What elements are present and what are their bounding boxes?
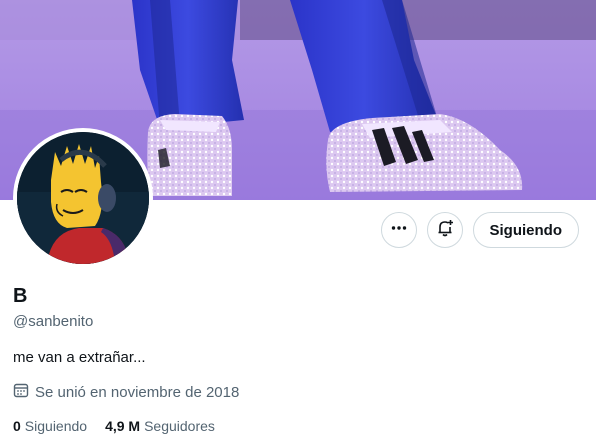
followers-stat[interactable]: 4,9 M Seguidores xyxy=(105,416,215,436)
profile-info: B @sanbenito me van a extrañar... Se uni… xyxy=(13,284,583,436)
following-stat[interactable]: 0 Siguiendo xyxy=(13,416,87,436)
join-date-text: Se unió en noviembre de 2018 xyxy=(35,384,240,401)
more-icon xyxy=(390,219,408,242)
calendar-icon xyxy=(13,382,29,404)
bell-plus-icon xyxy=(435,218,455,243)
profile-avatar[interactable] xyxy=(13,128,153,268)
user-bio: me van a extrañar... xyxy=(13,349,146,366)
display-name: B xyxy=(13,285,28,307)
user-handle: @sanbenito xyxy=(13,313,94,330)
followers-label: Seguidores xyxy=(144,418,215,434)
following-count: 0 xyxy=(13,418,21,434)
more-button[interactable] xyxy=(380,212,417,248)
join-date: Se unió en noviembre de 2018 xyxy=(13,382,583,404)
following-button[interactable]: Siguiendo xyxy=(472,212,579,248)
avatar-image xyxy=(17,132,149,264)
followers-count: 4,9 M xyxy=(105,418,141,434)
following-label: Siguiendo xyxy=(24,418,88,434)
follow-stats: 0 Siguiendo 4,9 M Seguidores xyxy=(13,416,583,436)
notifications-button[interactable] xyxy=(426,212,463,248)
profile-actions: Siguiendo xyxy=(380,212,579,248)
